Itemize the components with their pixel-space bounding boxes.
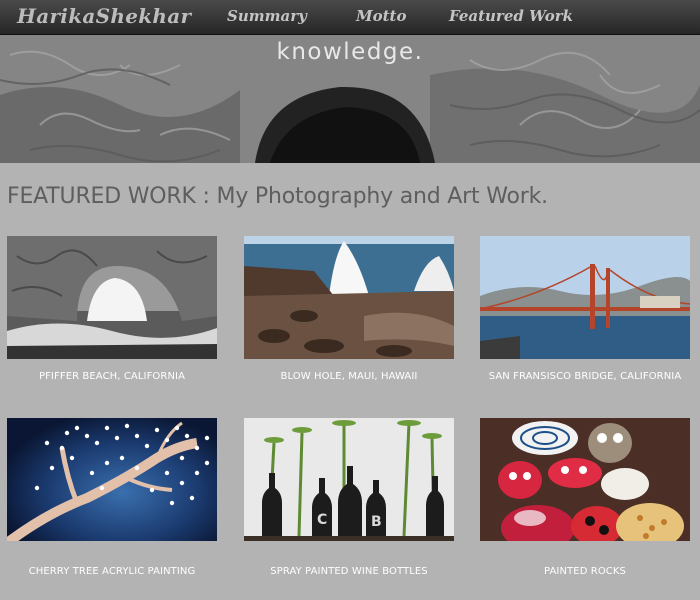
gallery-caption: PFIFFER BEACH, CALIFORNIA	[38, 371, 186, 382]
nav-link-summary[interactable]: Summary	[227, 7, 307, 25]
gallery-caption: SPRAY PAINTED WINE BOTTLES	[270, 566, 428, 577]
hero-text: knowledge.	[276, 39, 424, 65]
wine-bottles-photo[interactable]: C B	[244, 418, 454, 541]
svg-text:C: C	[317, 512, 327, 528]
painted-rocks-photo[interactable]	[480, 418, 690, 541]
top-navbar: HarikaShekhar Summary Motto Featured Wor…	[0, 0, 700, 35]
gallery-caption: CHERRY TREE ACRYLIC PAINTING	[28, 566, 196, 577]
cherry-tree-painting[interactable]	[7, 418, 217, 541]
gallery-item-painted-rocks[interactable]: PAINTED ROCKS	[480, 418, 690, 577]
nav-link-featured-work[interactable]: Featured Work	[449, 7, 573, 25]
sf-bridge-photo[interactable]	[480, 236, 690, 359]
gallery-caption: BLOW HOLE, MAUI, HAWAII	[280, 371, 418, 382]
gallery-caption: PAINTED ROCKS	[544, 566, 626, 577]
section-title: FEATURED WORK : My Photography and Art W…	[7, 184, 548, 209]
brand-logo-link[interactable]: HarikaShekhar	[17, 4, 191, 28]
pfiffer-beach-photo[interactable]	[7, 236, 217, 359]
nav-link-motto[interactable]: Motto	[356, 7, 406, 25]
gallery-caption: SAN FRANSISCO BRIDGE, CALIFORNIA	[488, 371, 682, 382]
svg-text:B: B	[371, 514, 382, 530]
hero-banner: knowledge.	[0, 35, 700, 163]
blow-hole-photo[interactable]	[244, 236, 454, 359]
gallery-item-wine-bottles[interactable]: C B SPRAY PAINTED WINE BOTTLES	[244, 418, 454, 577]
gallery-item-cherry-tree[interactable]: CHERRY TREE ACRYLIC PAINTING	[7, 418, 217, 577]
gallery-item-sf-bridge[interactable]: SAN FRANSISCO BRIDGE, CALIFORNIA	[480, 236, 690, 382]
gallery-item-pfiffer-beach[interactable]: PFIFFER BEACH, CALIFORNIA	[7, 236, 217, 382]
gallery-item-blow-hole[interactable]: BLOW HOLE, MAUI, HAWAII	[244, 236, 454, 382]
